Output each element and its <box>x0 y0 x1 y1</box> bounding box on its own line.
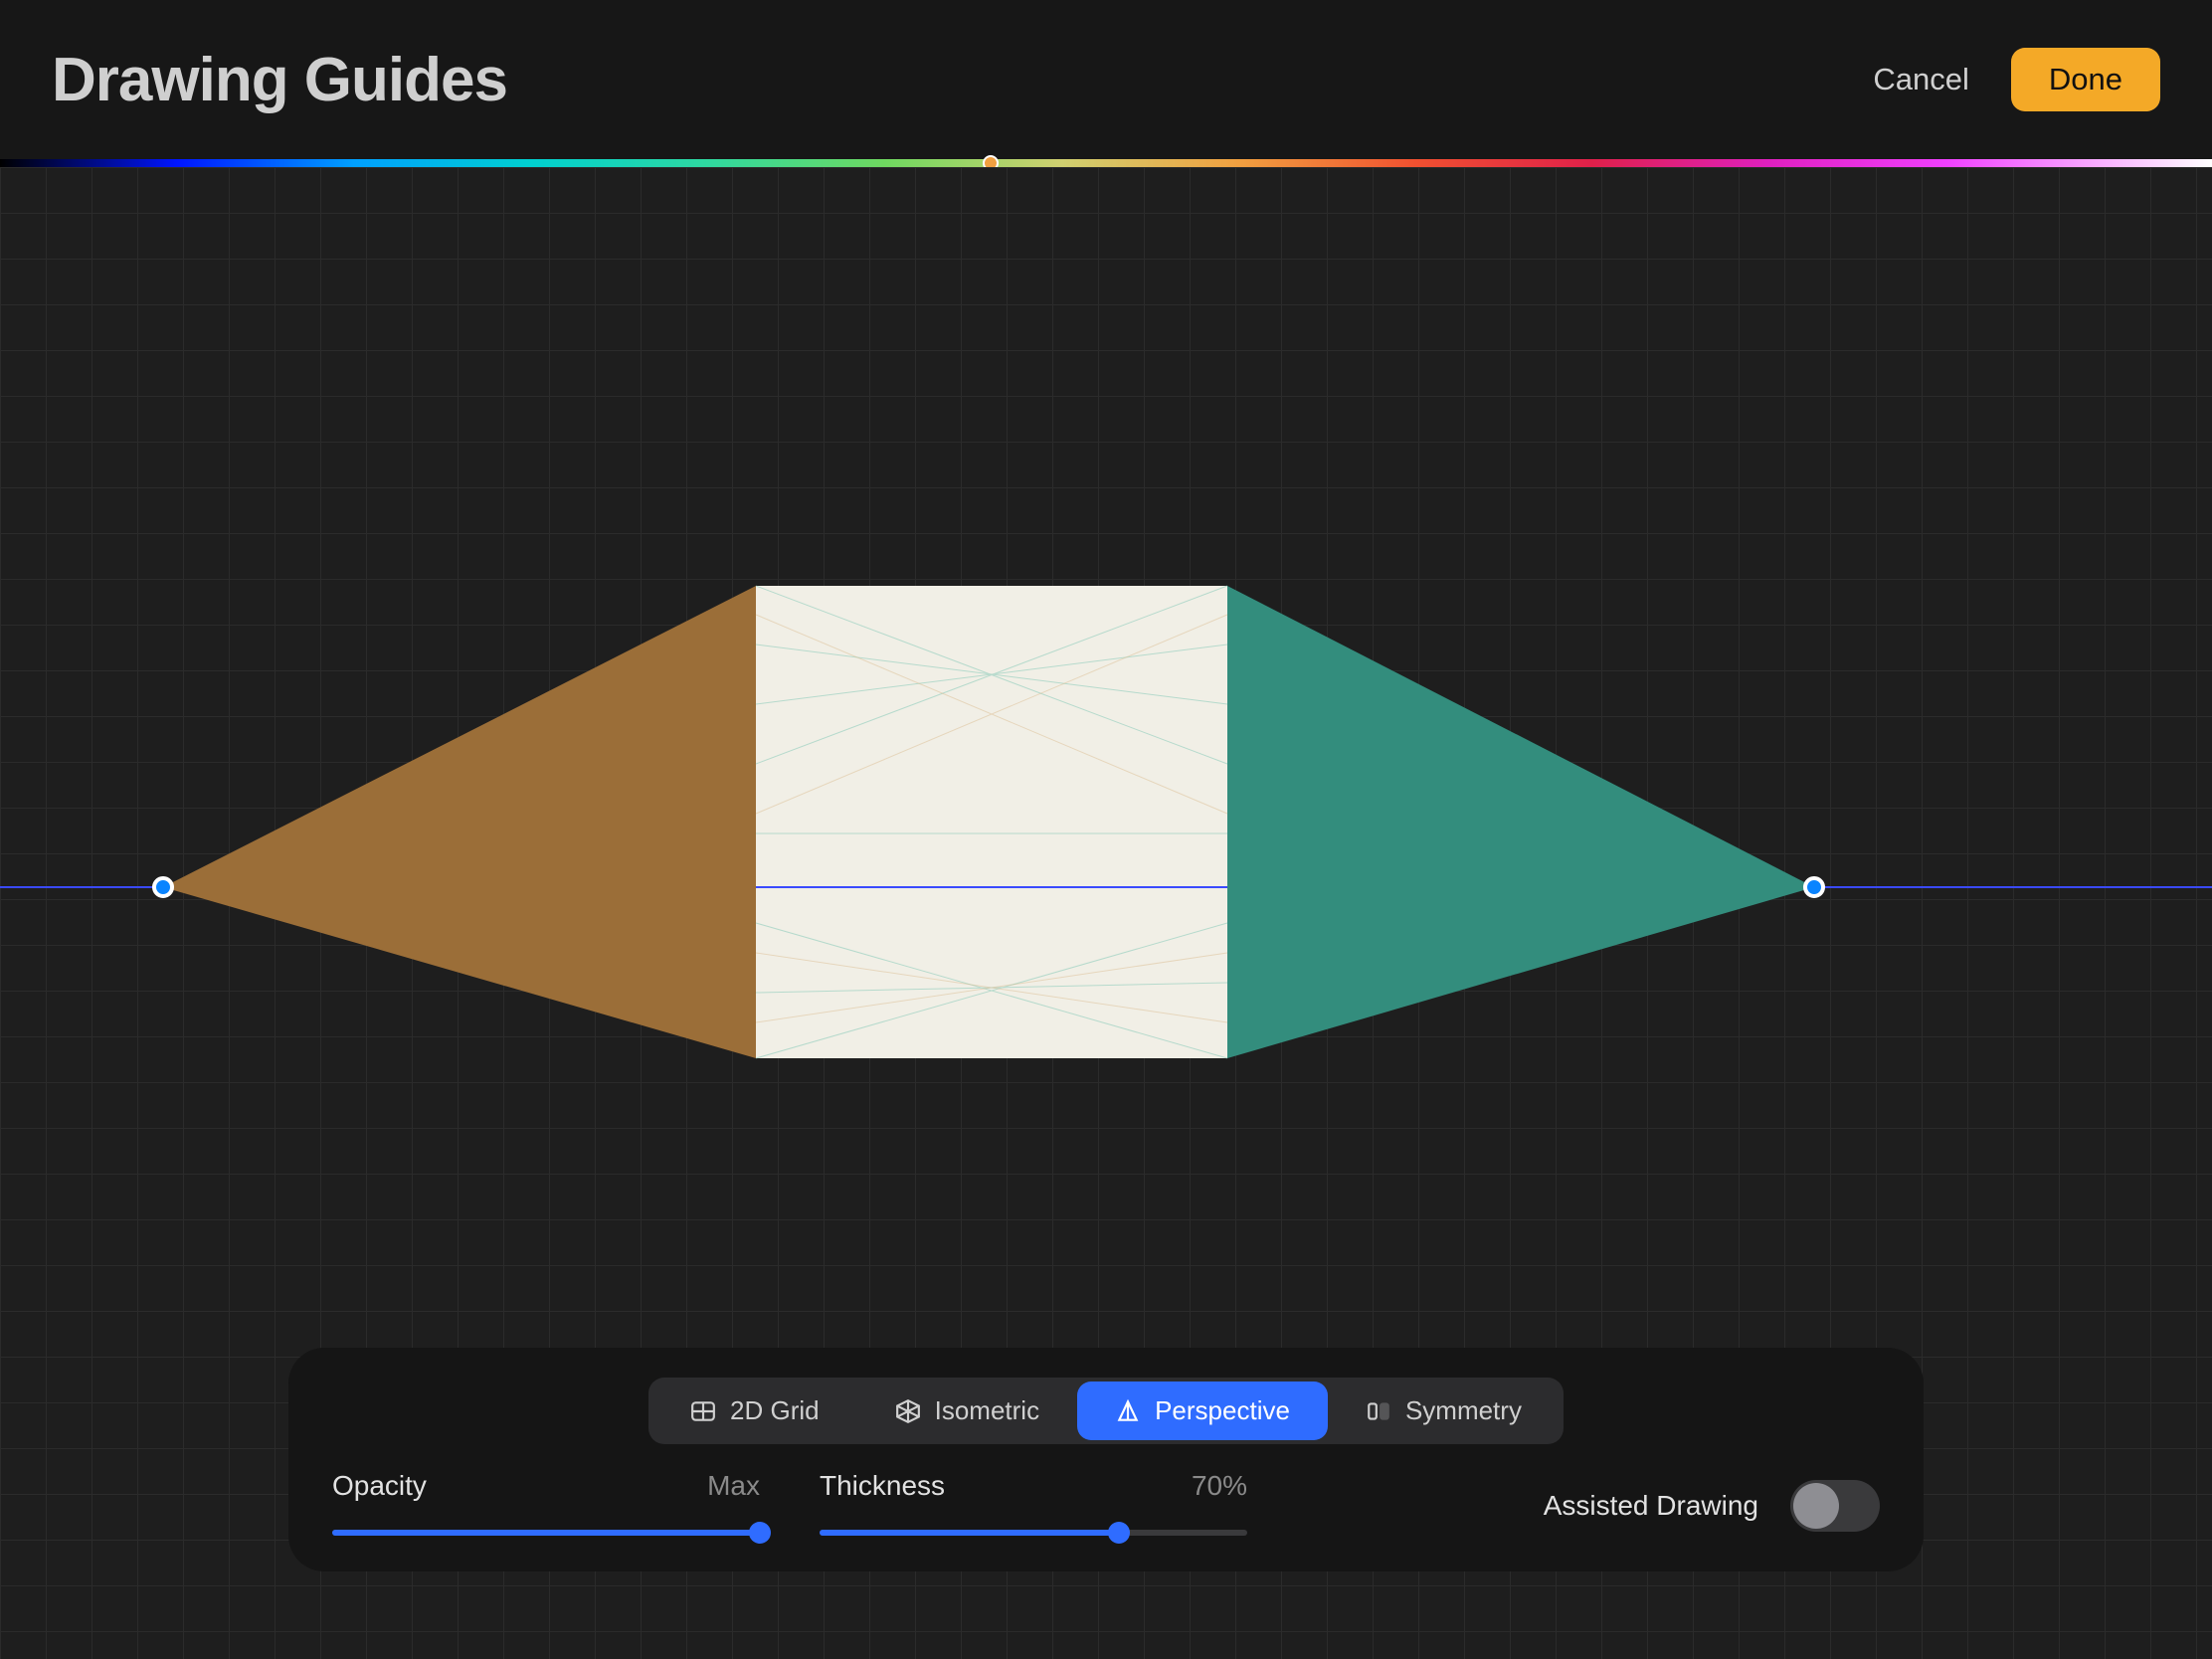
thickness-slider-fill <box>820 1530 1119 1536</box>
segment-perspective[interactable]: Perspective <box>1077 1382 1328 1440</box>
vanishing-point-right-handle[interactable] <box>1803 876 1825 898</box>
thickness-label: Thickness <box>820 1470 945 1502</box>
symmetry-icon <box>1366 1398 1391 1424</box>
opacity-slider-block: Opacity Max <box>332 1470 760 1536</box>
opacity-slider-fill <box>332 1530 760 1536</box>
segment-label: Perspective <box>1155 1395 1290 1426</box>
thickness-value: 70% <box>1192 1470 1247 1502</box>
segment-2d-grid[interactable]: 2D Grid <box>652 1382 857 1440</box>
cube-icon <box>895 1398 921 1424</box>
toggle-knob <box>1793 1483 1839 1529</box>
thickness-slider[interactable] <box>820 1530 1247 1536</box>
opacity-label: Opacity <box>332 1470 427 1502</box>
assisted-drawing-block: Assisted Drawing <box>1544 1470 1880 1532</box>
thickness-slider-thumb[interactable] <box>1108 1522 1130 1544</box>
header-bar: Drawing Guides Cancel Done <box>0 0 2212 159</box>
assisted-drawing-label: Assisted Drawing <box>1544 1490 1758 1522</box>
slider-row: Opacity Max Thickness 70% Assisted Drawi… <box>332 1470 1880 1536</box>
cancel-button[interactable]: Cancel <box>1873 62 1969 97</box>
segment-label: 2D Grid <box>730 1395 820 1426</box>
segment-label: Isometric <box>935 1395 1039 1426</box>
guide-type-segmented-wrap: 2D Grid Isometric Perspective Symmetry <box>332 1378 1880 1444</box>
done-button[interactable]: Done <box>2011 48 2160 111</box>
controls-panel: 2D Grid Isometric Perspective Symmetry <box>288 1348 1924 1571</box>
color-spectrum-bar[interactable] <box>0 159 2212 167</box>
page-title: Drawing Guides <box>52 45 507 115</box>
assisted-drawing-toggle[interactable] <box>1790 1480 1880 1532</box>
vanishing-point-left-handle[interactable] <box>152 876 174 898</box>
opacity-value: Max <box>707 1470 760 1502</box>
opacity-slider-thumb[interactable] <box>749 1522 771 1544</box>
perspective-icon <box>1115 1398 1141 1424</box>
opacity-slider[interactable] <box>332 1530 760 1536</box>
segment-isometric[interactable]: Isometric <box>857 1382 1077 1440</box>
thickness-slider-block: Thickness 70% <box>820 1470 1247 1536</box>
guide-type-segmented: 2D Grid Isometric Perspective Symmetry <box>648 1378 1564 1444</box>
grid-icon <box>690 1398 716 1424</box>
segment-label: Symmetry <box>1405 1395 1522 1426</box>
segment-symmetry[interactable]: Symmetry <box>1328 1382 1560 1440</box>
